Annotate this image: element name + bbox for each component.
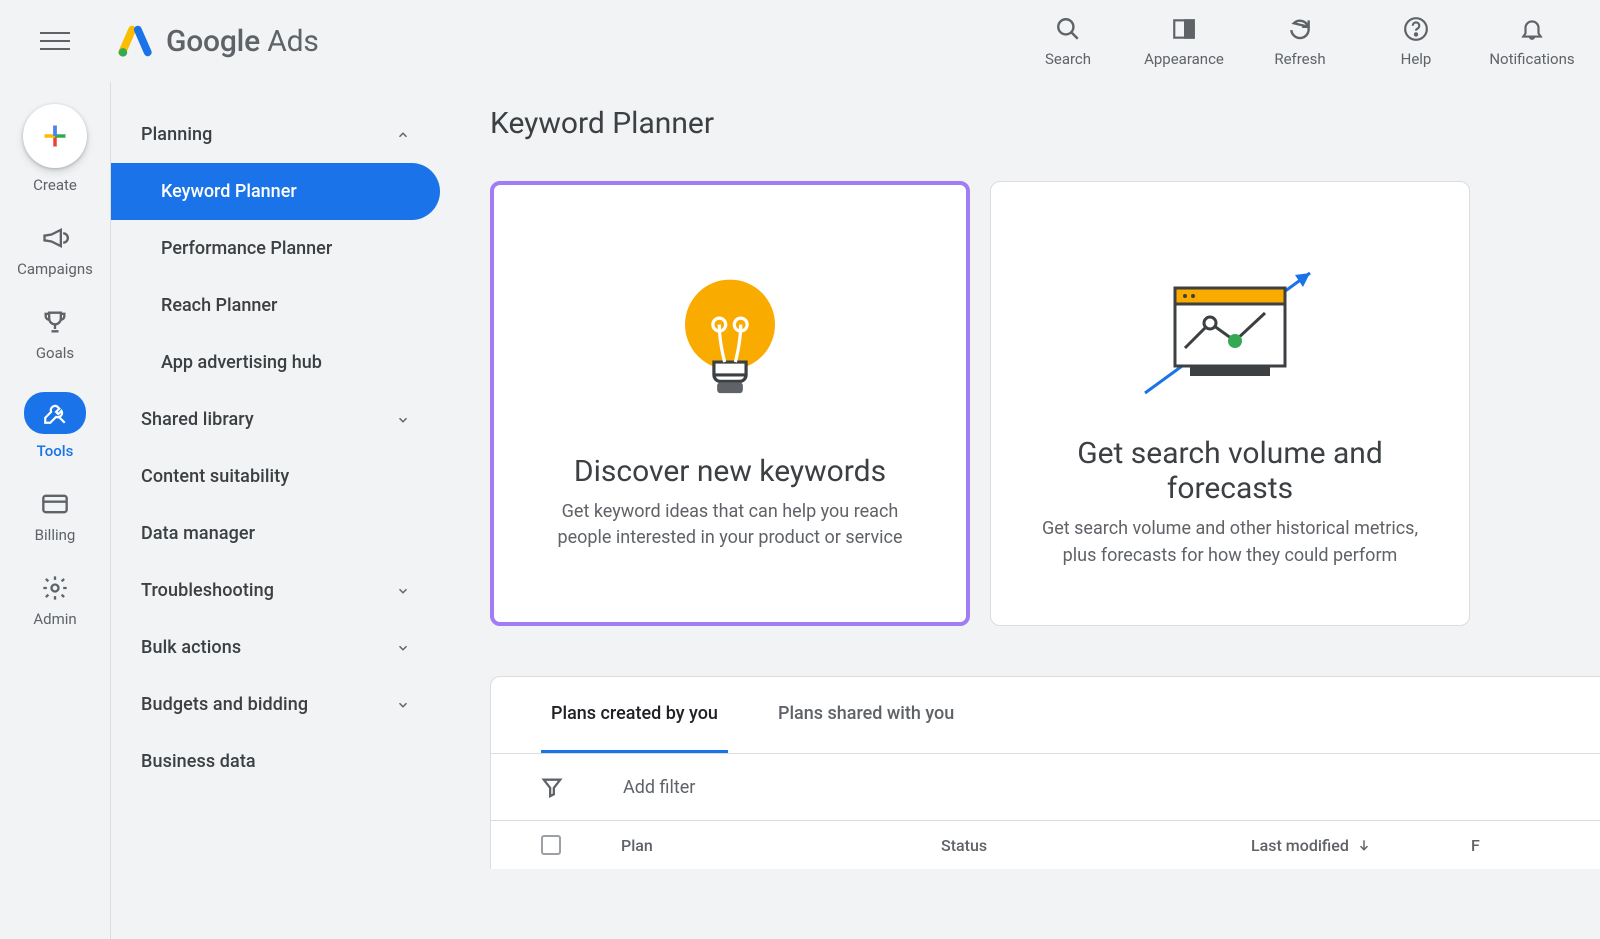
- table-header: Plan Status Last modified F: [491, 820, 1600, 869]
- sidebar-section-bulk-actions[interactable]: Bulk actions: [111, 619, 440, 676]
- sidebar-section-troubleshooting[interactable]: Troubleshooting: [111, 562, 440, 619]
- add-filter-button[interactable]: Add filter: [623, 777, 695, 798]
- card-discover-keywords[interactable]: Discover new keywords Get keyword ideas …: [490, 181, 970, 626]
- card-forecast-desc: Get search volume and other historical m…: [1031, 516, 1429, 568]
- filter-row: Add filter: [491, 754, 1600, 820]
- sidebar-section-business-data[interactable]: Business data: [111, 733, 440, 790]
- sidebar-section-data-manager[interactable]: Data manager: [111, 505, 440, 562]
- chart-arrow-icon: [1135, 238, 1325, 418]
- top-bar: Google Ads Search Appearance Refresh H: [0, 0, 1600, 82]
- sidebar: Planning Keyword Planner Performance Pla…: [110, 82, 440, 939]
- sidebar-section-budgets-bidding[interactable]: Budgets and bidding: [111, 676, 440, 733]
- search-action[interactable]: Search: [1024, 14, 1112, 68]
- trophy-icon: [41, 308, 69, 336]
- arrow-down-icon: [1357, 838, 1371, 852]
- top-actions: Search Appearance Refresh Help Notificat…: [1024, 14, 1584, 68]
- column-plan[interactable]: Plan: [621, 836, 941, 855]
- card-icon: [41, 490, 69, 518]
- appearance-icon: [1171, 14, 1197, 44]
- chevron-down-icon: [396, 641, 410, 655]
- card-discover-title: Discover new keywords: [574, 454, 886, 489]
- planning-subitems: Keyword Planner Performance Planner Reac…: [111, 163, 440, 391]
- gear-icon: [41, 574, 69, 602]
- sidebar-item-performance-planner[interactable]: Performance Planner: [111, 220, 440, 277]
- rail-admin[interactable]: Admin: [33, 574, 76, 628]
- plans-panel: Plans created by you Plans shared with y…: [490, 676, 1600, 869]
- main-content: Keyword Planner Discover new keywords Ge: [440, 82, 1600, 939]
- bell-icon: [1519, 14, 1545, 44]
- column-status[interactable]: Status: [941, 836, 1251, 855]
- chevron-down-icon: [396, 584, 410, 598]
- lightbulb-icon: [675, 256, 785, 436]
- tab-plans-shared[interactable]: Plans shared with you: [768, 677, 964, 753]
- select-all-checkbox[interactable]: [541, 835, 561, 855]
- google-ads-logo-icon: [118, 24, 152, 58]
- card-discover-desc: Get keyword ideas that can help you reac…: [534, 499, 926, 551]
- cards-row: Discover new keywords Get keyword ideas …: [490, 181, 1600, 626]
- notifications-action[interactable]: Notifications: [1488, 14, 1576, 68]
- wrench-icon: [24, 392, 86, 434]
- brand-logo[interactable]: Google Ads: [118, 24, 319, 59]
- rail-tools[interactable]: Tools: [24, 392, 86, 460]
- page-title: Keyword Planner: [490, 106, 1600, 141]
- help-icon: [1403, 14, 1429, 44]
- sidebar-item-keyword-planner[interactable]: Keyword Planner: [111, 163, 440, 220]
- help-action[interactable]: Help: [1372, 14, 1460, 68]
- sidebar-section-shared-library[interactable]: Shared library: [111, 391, 440, 448]
- refresh-icon: [1287, 14, 1313, 44]
- rail-campaigns[interactable]: Campaigns: [17, 224, 93, 278]
- chevron-up-icon: [396, 128, 410, 142]
- chevron-down-icon: [396, 698, 410, 712]
- sidebar-section-content-suitability[interactable]: Content suitability: [111, 448, 440, 505]
- brand-text: Google Ads: [166, 24, 319, 59]
- left-rail: Create Campaigns Goals Tools Billing: [0, 82, 110, 939]
- plans-tabs: Plans created by you Plans shared with y…: [491, 677, 1600, 754]
- create-button[interactable]: Create: [23, 104, 87, 194]
- search-icon: [1055, 14, 1081, 44]
- sidebar-item-reach-planner[interactable]: Reach Planner: [111, 277, 440, 334]
- appearance-action[interactable]: Appearance: [1140, 14, 1228, 68]
- plus-icon: [23, 104, 87, 168]
- column-last-modified[interactable]: Last modified: [1251, 836, 1471, 855]
- card-search-volume[interactable]: Get search volume and forecasts Get sear…: [990, 181, 1470, 626]
- rail-billing[interactable]: Billing: [35, 490, 76, 544]
- sidebar-section-planning[interactable]: Planning: [111, 106, 440, 163]
- card-forecast-title: Get search volume and forecasts: [1031, 436, 1429, 506]
- sidebar-item-app-advertising-hub[interactable]: App advertising hub: [111, 334, 440, 391]
- chevron-down-icon: [396, 413, 410, 427]
- tab-plans-created[interactable]: Plans created by you: [541, 677, 728, 753]
- megaphone-icon: [41, 224, 69, 252]
- refresh-action[interactable]: Refresh: [1256, 14, 1344, 68]
- column-f[interactable]: F: [1471, 836, 1511, 855]
- menu-icon[interactable]: [40, 26, 70, 56]
- rail-goals[interactable]: Goals: [36, 308, 74, 362]
- filter-icon[interactable]: [541, 776, 563, 798]
